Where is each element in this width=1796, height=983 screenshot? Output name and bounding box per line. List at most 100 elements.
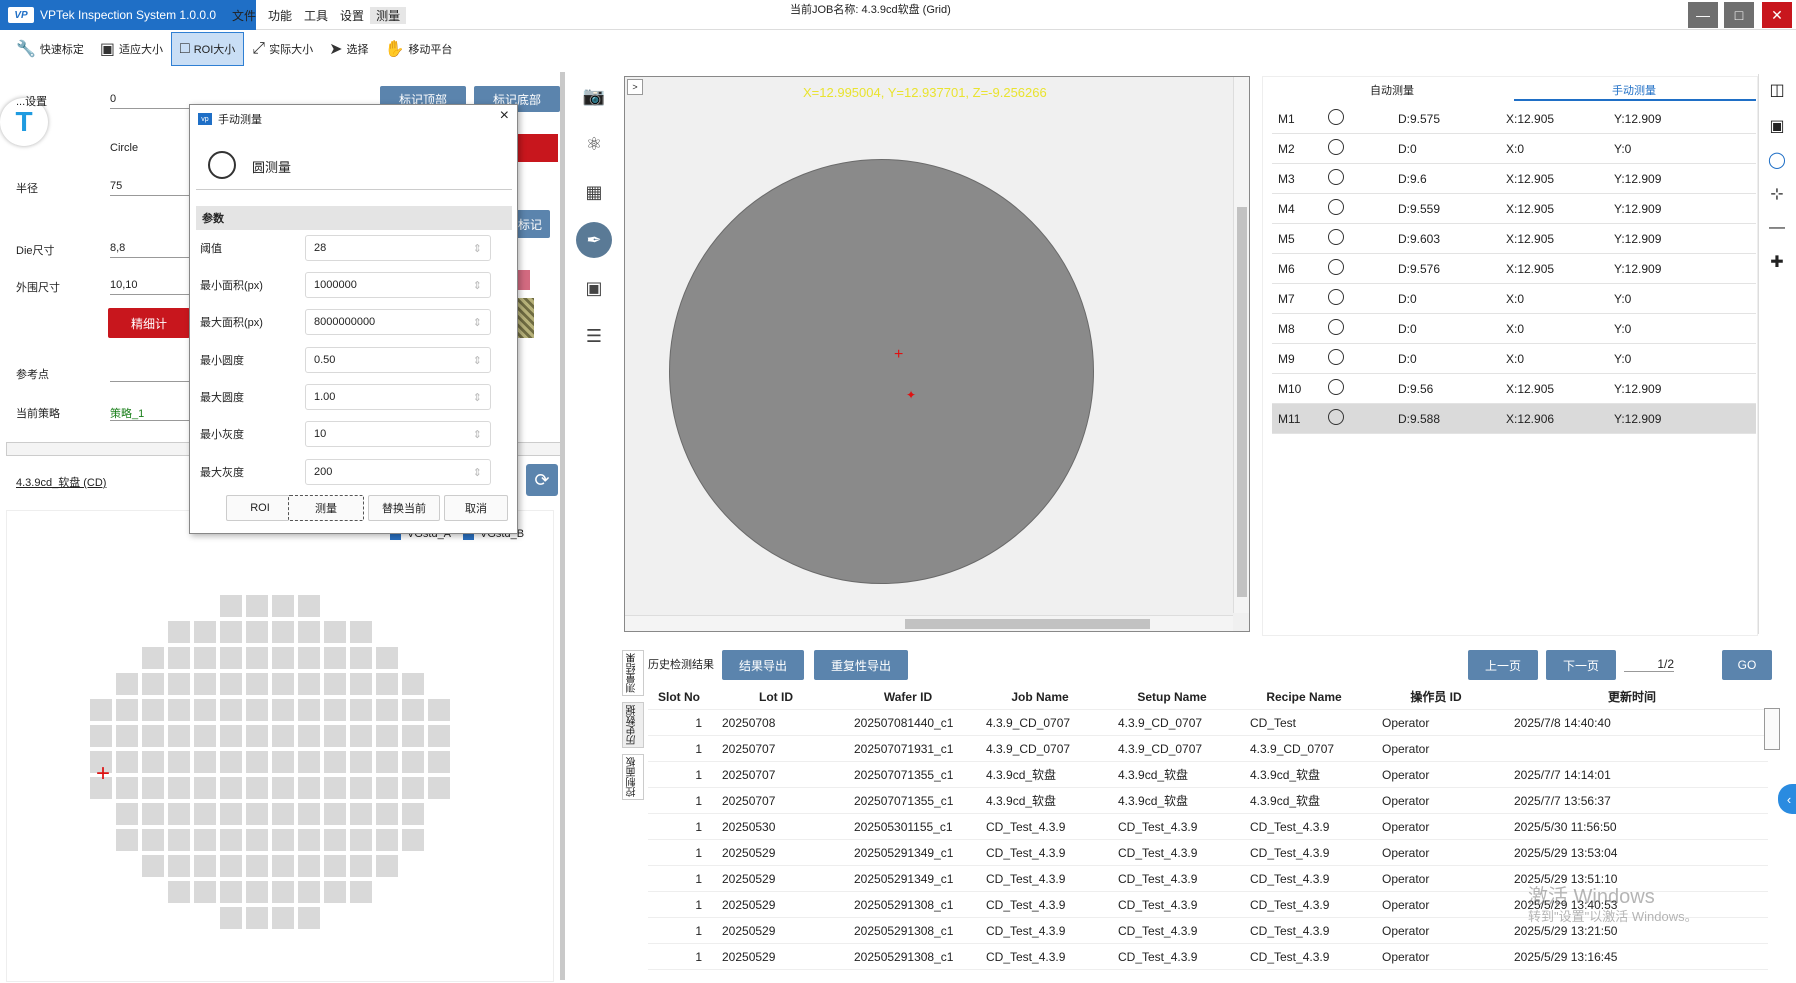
recipe-link[interactable]: 4.3.9cd_软盘 (CD) xyxy=(16,474,106,490)
wafer-die[interactable] xyxy=(246,829,268,851)
wafer-die[interactable] xyxy=(428,725,450,747)
prev-page-button[interactable]: 上一页 xyxy=(1468,650,1538,680)
wafer-die[interactable] xyxy=(220,621,242,643)
wafer-die[interactable] xyxy=(246,803,268,825)
wafer-die[interactable] xyxy=(272,829,294,851)
wafer-die[interactable] xyxy=(220,647,242,669)
wafer-die[interactable] xyxy=(220,725,242,747)
wafer-die[interactable] xyxy=(376,855,398,877)
wafer-die[interactable] xyxy=(220,881,242,903)
line-tool-icon[interactable]: — xyxy=(1763,214,1791,242)
measure-row[interactable]: M4 D:9.559 X:12.905 Y:12.909 xyxy=(1272,194,1756,224)
col-setup-name[interactable]: Setup Name xyxy=(1106,690,1238,704)
history-row[interactable]: 1 20250707 202507071355_c1 4.3.9cd_软盘 4.3.9c… xyxy=(648,762,1768,788)
wafer-die[interactable] xyxy=(90,725,112,747)
wafer-die[interactable] xyxy=(220,777,242,799)
wafer-die[interactable] xyxy=(272,803,294,825)
wafer-die[interactable] xyxy=(194,751,216,773)
wafer-die[interactable] xyxy=(220,855,242,877)
col-update-time[interactable]: 更新时间 xyxy=(1502,688,1762,705)
wafer-die[interactable] xyxy=(168,725,190,747)
wafer-die[interactable] xyxy=(142,751,164,773)
wafer-die[interactable] xyxy=(298,725,320,747)
wafer-die[interactable] xyxy=(246,673,268,695)
circle-tool-icon[interactable]: ◯ xyxy=(1763,146,1791,174)
wafer-die[interactable] xyxy=(168,881,190,903)
circle-mode-icon[interactable] xyxy=(208,151,236,179)
wafer-die[interactable] xyxy=(376,673,398,695)
wafer-die[interactable] xyxy=(246,621,268,643)
history-row[interactable]: 1 20250529 202505291308_c1 CD_Test_4.3.9 CD_… xyxy=(648,944,1768,970)
select-button[interactable]: ➤ 选择 xyxy=(321,32,376,66)
wafer-die[interactable] xyxy=(350,751,372,773)
wafer-die[interactable] xyxy=(350,647,372,669)
wafer-die[interactable] xyxy=(168,621,190,643)
image-icon[interactable]: ▣ xyxy=(576,270,612,306)
wafer-die[interactable] xyxy=(220,907,242,929)
splitter[interactable] xyxy=(560,72,565,980)
wafer-die[interactable] xyxy=(350,673,372,695)
strategy-value[interactable]: 策略_1 xyxy=(110,405,190,421)
threshold-input[interactable]: 28 ⇕ xyxy=(305,235,491,261)
ref-point-value[interactable] xyxy=(110,366,190,382)
wafer-die[interactable] xyxy=(194,881,216,903)
wafer-die[interactable] xyxy=(246,725,268,747)
wafer-die[interactable] xyxy=(350,829,372,851)
wafer-die[interactable] xyxy=(376,699,398,721)
wafer-die[interactable] xyxy=(272,881,294,903)
maximize-button[interactable]: □ xyxy=(1724,2,1754,28)
wafer-die[interactable] xyxy=(168,673,190,695)
col-job-name[interactable]: Job Name xyxy=(974,690,1106,704)
roi-size-button[interactable]: □ ROI大小 xyxy=(171,32,245,66)
wafer-die[interactable] xyxy=(246,751,268,773)
measure-button[interactable]: 测量 xyxy=(288,495,364,521)
side-collapse-icon[interactable]: ‹ xyxy=(1778,784,1796,814)
wafer-die[interactable] xyxy=(116,777,138,799)
wafer-die[interactable] xyxy=(298,673,320,695)
wafer-die[interactable] xyxy=(324,647,346,669)
outer-size-value[interactable]: 10,10 xyxy=(110,279,190,295)
wafer-die[interactable] xyxy=(168,829,190,851)
menu-measure[interactable]: 测量 xyxy=(370,6,407,24)
wafer-die[interactable] xyxy=(376,777,398,799)
wafer-die[interactable] xyxy=(324,621,346,643)
wafer-die[interactable] xyxy=(246,595,268,617)
go-button[interactable]: GO xyxy=(1722,650,1772,680)
wafer-die[interactable] xyxy=(142,725,164,747)
max-gray-input[interactable]: 200 ⇕ xyxy=(305,459,491,485)
wafer-die[interactable] xyxy=(220,751,242,773)
wafer-die[interactable] xyxy=(142,777,164,799)
measure-row[interactable]: M3 D:9.6 X:12.905 Y:12.909 xyxy=(1272,164,1756,194)
wafer-die[interactable] xyxy=(402,751,424,773)
wafer-die[interactable] xyxy=(402,699,424,721)
checklist-icon[interactable]: ☰ xyxy=(576,318,612,354)
history-row[interactable]: 1 20250529 202505291349_c1 CD_Test_4.3.9 CD_… xyxy=(648,840,1768,866)
wafer-die[interactable] xyxy=(350,699,372,721)
col-slot-no[interactable]: Slot No xyxy=(648,690,710,704)
wafer-die[interactable] xyxy=(142,673,164,695)
wafer-die[interactable] xyxy=(194,725,216,747)
wafer-die[interactable] xyxy=(194,647,216,669)
col-wafer-id[interactable]: Wafer ID xyxy=(842,690,974,704)
measure-row[interactable]: M11 D:9.588 X:12.906 Y:12.909 xyxy=(1272,404,1756,434)
wafer-die[interactable] xyxy=(142,803,164,825)
col-recipe-name[interactable]: Recipe Name xyxy=(1238,690,1370,704)
menu-tools[interactable]: 工具 xyxy=(298,7,334,24)
min-roundness-input[interactable]: 0.50 ⇕ xyxy=(305,347,491,373)
menu-function[interactable]: 功能 xyxy=(262,7,298,24)
wafer-die[interactable] xyxy=(376,829,398,851)
grid-icon[interactable]: ▦ xyxy=(576,174,612,210)
die-size-value[interactable]: 8,8 xyxy=(110,242,190,258)
wafer-die[interactable] xyxy=(402,777,424,799)
wafer-die[interactable] xyxy=(142,855,164,877)
wafer-die[interactable] xyxy=(168,803,190,825)
page-input[interactable]: 1/2 xyxy=(1624,657,1674,672)
wafer-die[interactable] xyxy=(324,777,346,799)
wafer-die[interactable] xyxy=(402,673,424,695)
wafer-die[interactable] xyxy=(220,829,242,851)
wafer-die[interactable] xyxy=(246,777,268,799)
tab-history-data[interactable]: 历史数据 xyxy=(622,702,644,748)
wafer-die[interactable] xyxy=(272,621,294,643)
wafer-die[interactable] xyxy=(298,595,320,617)
history-row[interactable]: 1 20250707 202507071355_c1 4.3.9cd_软盘 4.3.9c… xyxy=(648,788,1768,814)
